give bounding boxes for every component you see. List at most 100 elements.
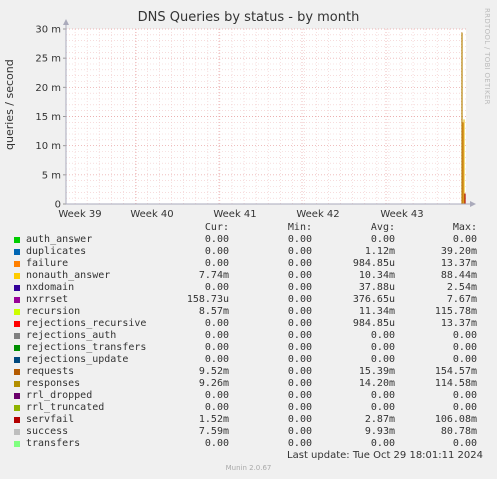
legend-row-auth_answer: auth_answer 0.00 0.00 0.00 0.00 (0, 234, 497, 246)
legend-label: recursion (26, 306, 81, 317)
legend-swatch (14, 297, 20, 303)
legend-min-value: 0.00 (287, 342, 312, 353)
legend-row-nxdomain: nxdomain 0.00 0.00 37.88u 2.54m (0, 282, 497, 294)
header-max: Max: (452, 222, 477, 233)
legend-row-responses: responses 9.26m 0.00 14.20m 114.58m (0, 378, 497, 390)
legend-cur-value: 158.73u (186, 294, 229, 305)
legend-max-value: 80.78m (440, 426, 477, 437)
legend-row-rejections_transfers: rejections_transfers 0.00 0.00 0.00 0.00 (0, 342, 497, 354)
legend-swatch (14, 261, 20, 267)
legend-label: rejections_recursive (26, 318, 147, 329)
legend-avg-value: 0.00 (370, 354, 395, 365)
legend-max-value: 114.58m (434, 378, 477, 389)
x-axis-arrow (470, 201, 476, 207)
legend-min-value: 0.00 (287, 414, 312, 425)
legend-avg-value: 0.00 (370, 390, 395, 401)
legend-cur-value: 0.00 (204, 354, 229, 365)
legend-label: transfers (26, 438, 81, 449)
x-tick-label: Week 39 (58, 209, 101, 220)
y-tick-label: 15 m (35, 112, 61, 123)
legend-cur-value: 0.00 (204, 330, 229, 341)
legend-max-value: 13.37m (440, 258, 477, 269)
x-tick-label: Week 43 (380, 209, 423, 220)
legend-cur-value: 7.59m (198, 426, 229, 437)
legend-row-nonauth_answer: nonauth_answer 7.74m 0.00 10.34m 88.44m (0, 270, 497, 282)
legend-swatch (14, 321, 20, 327)
legend-min-value: 0.00 (287, 390, 312, 401)
legend-max-value: 115.78m (434, 306, 477, 317)
legend-avg-value: 15.39m (358, 366, 395, 377)
legend-cur-value: 1.52m (198, 414, 229, 425)
legend-avg-value: 984.85u (352, 318, 395, 329)
legend-max-value: 88.44m (440, 270, 477, 281)
legend-max-value: 154.57m (434, 366, 477, 377)
munin-version: Munin 2.0.67 (225, 464, 272, 472)
legend-label: requests (26, 366, 75, 377)
legend-row-rejections_update: rejections_update 0.00 0.00 0.00 0.00 (0, 354, 497, 366)
legend-row-rejections_recursive: rejections_recursive 0.00 0.00 984.85u 13.37… (0, 318, 497, 330)
legend-avg-value: 11.34m (358, 306, 395, 317)
y-tick-label: 5 m (42, 170, 61, 181)
legend-swatch (14, 381, 20, 387)
x-tick-label: Week 42 (296, 209, 339, 220)
y-axis-arrow (63, 19, 69, 25)
legend-swatch (14, 345, 20, 351)
legend-row-requests: requests 9.52m 0.00 15.39m 154.57m (0, 366, 497, 378)
legend-row-duplicates: duplicates 0.00 0.00 1.12m 39.20m (0, 246, 497, 258)
legend-max-value: 7.67m (446, 294, 477, 305)
legend-label: servfail (26, 414, 75, 425)
legend-avg-value: 10.34m (358, 270, 395, 281)
legend-min-value: 0.00 (287, 330, 312, 341)
y-tick-label: 25 m (35, 54, 61, 65)
legend-cur-value: 0.00 (204, 342, 229, 353)
legend-swatch (14, 333, 20, 339)
legend-swatch (14, 357, 20, 363)
legend-min-value: 0.00 (287, 354, 312, 365)
legend-label: rrl_dropped (26, 390, 93, 401)
legend-min-value: 0.00 (287, 258, 312, 269)
legend-min-value: 0.00 (287, 234, 312, 245)
x-tick-label: Week 41 (213, 209, 256, 220)
legend-label: responses (26, 378, 81, 389)
legend-avg-value: 0.00 (370, 402, 395, 413)
y-tick-label: 30 m (35, 25, 61, 36)
legend-max-value: 0.00 (452, 402, 477, 413)
legend-row-transfers: transfers 0.00 0.00 0.00 0.00 (0, 438, 497, 450)
legend-row-success: success 7.59m 0.00 9.93m 80.78m (0, 426, 497, 438)
legend-max-value: 0.00 (452, 342, 477, 353)
legend-cur-value: 0.00 (204, 390, 229, 401)
legend-avg-value: 1.12m (364, 246, 395, 257)
legend-label: auth_answer (26, 234, 93, 245)
legend-swatch (14, 393, 20, 399)
header-avg: Avg: (370, 222, 395, 233)
legend-swatch (14, 309, 20, 315)
legend-min-value: 0.00 (287, 366, 312, 377)
chart-svg: 05 m10 m15 m20 m25 m30 mWeek 39 Week 40 We… (35, 19, 476, 220)
legend-swatch (14, 249, 20, 255)
legend-min-value: 0.00 (287, 282, 312, 293)
legend-max-value: 0.00 (452, 354, 477, 365)
legend-cur-value: 0.00 (204, 318, 229, 329)
legend-max-value: 0.00 (452, 438, 477, 449)
legend-min-value: 0.00 (287, 294, 312, 305)
legend-max-value: 39.20m (440, 246, 477, 257)
legend-max-value: 106.08m (434, 414, 477, 425)
header-min: Min: (287, 222, 312, 233)
legend-label: duplicates (26, 246, 87, 257)
last-update: Last update: Tue Oct 29 18:01:11 2024 (287, 450, 483, 461)
legend-cur-value: 0.00 (204, 282, 229, 293)
legend-min-value: 0.00 (287, 438, 312, 449)
legend-swatch (14, 273, 20, 279)
legend-cur-value: 9.26m (198, 378, 229, 389)
legend-label: rejections_update (26, 354, 129, 365)
legend-max-value: 0.00 (452, 330, 477, 341)
legend-min-value: 0.00 (287, 270, 312, 281)
y-tick-label: 20 m (35, 83, 61, 94)
legend-avg-value: 14.20m (358, 378, 395, 389)
x-tick-label: Week 40 (130, 209, 173, 220)
legend-swatch (14, 417, 20, 423)
legend-min-value: 0.00 (287, 246, 312, 257)
header-cur: Cur: (204, 222, 229, 233)
legend-row-nxrrset: nxrrset 158.73u 0.00 376.65u 7.67m (0, 294, 497, 306)
legend-row-rejections_auth: rejections_auth 0.00 0.00 0.00 0.00 (0, 330, 497, 342)
